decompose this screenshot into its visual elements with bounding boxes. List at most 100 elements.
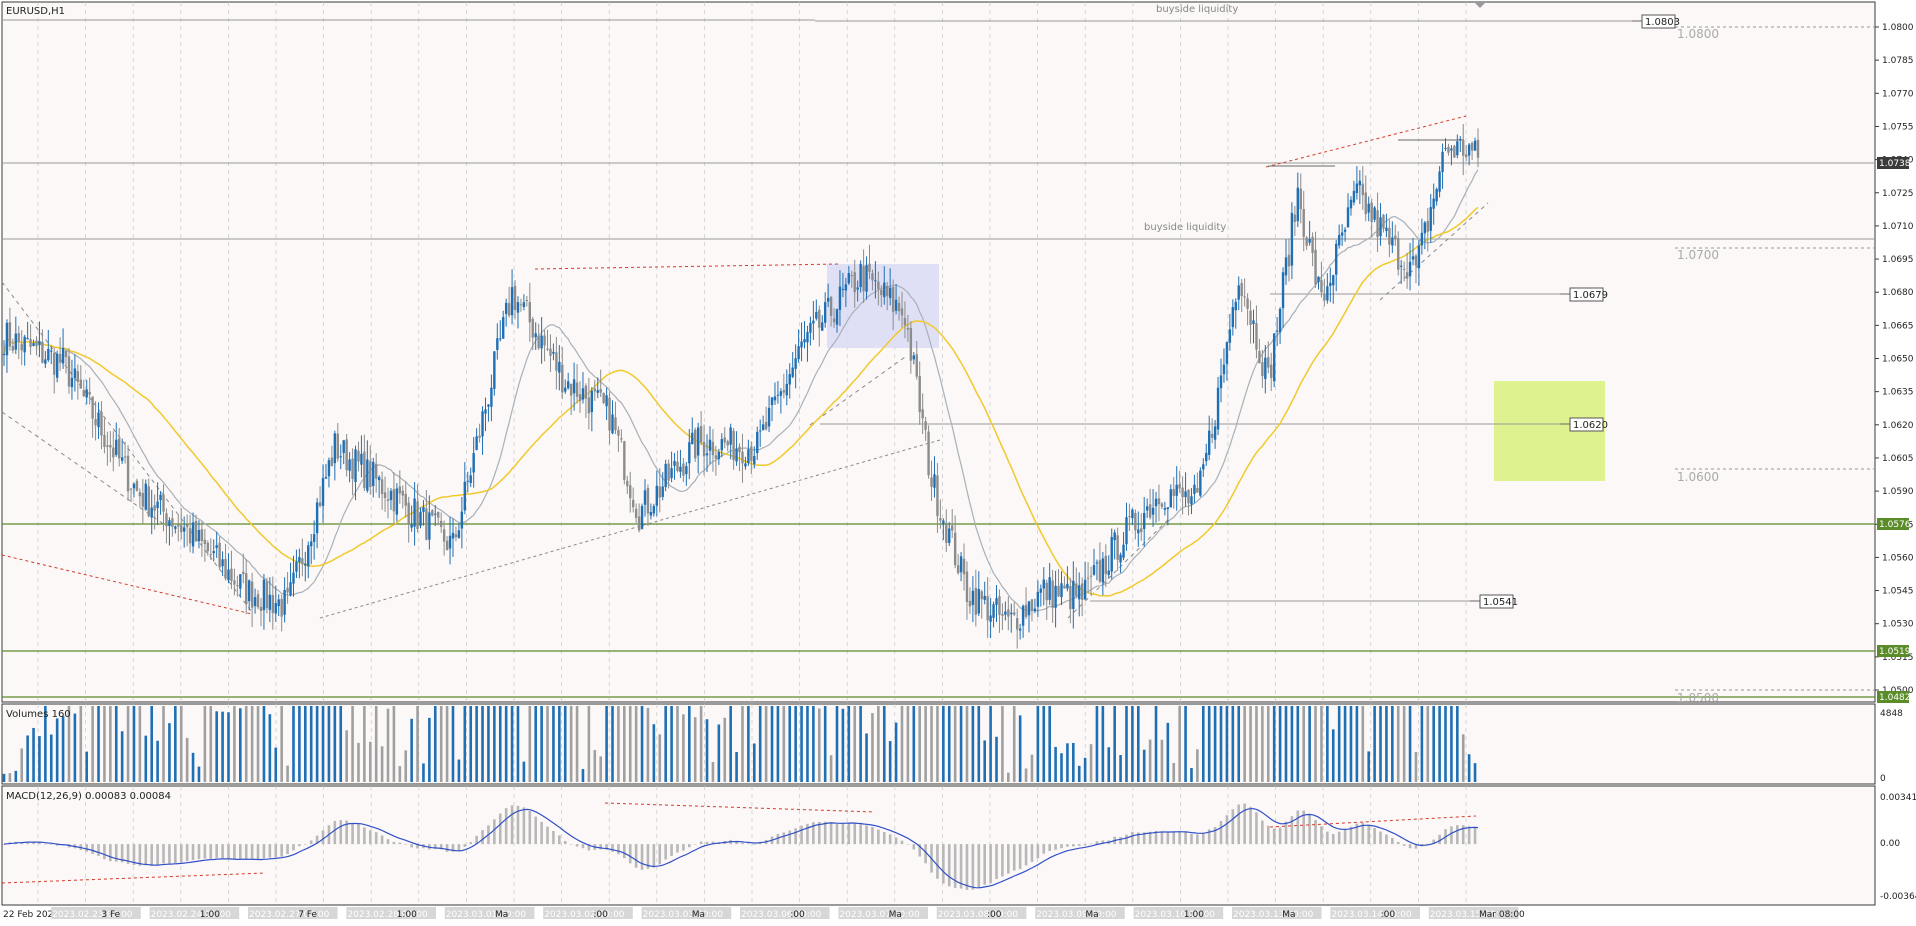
candle-body: [398, 486, 402, 494]
time-axis-label: 3 Fe: [101, 910, 120, 920]
macd-histogram-bar: [1272, 828, 1276, 845]
price-axis-label: 1.0695: [1882, 255, 1914, 265]
time-axis-label: Ma: [889, 910, 902, 920]
macd-histogram-bar: [1467, 826, 1471, 845]
volume-bar: [398, 766, 402, 782]
candle-body: [97, 412, 100, 428]
candle-body: [962, 558, 966, 575]
macd-histogram-bar: [1314, 820, 1317, 845]
candle-body: [73, 368, 77, 379]
price-axis-label: 1.0755: [1882, 122, 1914, 132]
volume-bar: [1054, 746, 1057, 782]
candle-body: [23, 336, 26, 353]
macd-histogram-bar: [510, 805, 514, 845]
volume-bar: [670, 706, 673, 782]
macd-histogram-bar: [191, 844, 195, 860]
volume-bar: [1196, 749, 1199, 782]
candle-body: [227, 569, 230, 581]
volume-bar: [1225, 706, 1229, 782]
macd-histogram-bar: [1402, 844, 1406, 846]
candle-body: [856, 287, 859, 290]
candle-body: [1205, 452, 1208, 462]
macd-histogram-bar: [540, 821, 543, 845]
candle-body: [965, 571, 969, 603]
candle-body: [679, 466, 682, 472]
trading-chart[interactable]: EURUSD,H1 buyside liquidity buyside liqu…: [0, 0, 1916, 926]
volume-bar: [605, 706, 608, 782]
candle-body: [1317, 276, 1320, 282]
candle-body: [776, 394, 780, 396]
macd-histogram-bar: [628, 844, 632, 864]
candle-body: [218, 542, 221, 568]
macd-histogram-bar: [1042, 844, 1046, 854]
macd-histogram-bar: [1385, 834, 1388, 845]
candle-body: [1010, 612, 1013, 615]
volume-bar: [930, 706, 933, 782]
candle-body: [454, 534, 458, 538]
volume-bar: [729, 706, 732, 782]
buyside-liquidity-label-mid: buyside liquidity: [1144, 222, 1226, 233]
volume-bar: [558, 706, 561, 782]
candle-body: [800, 341, 803, 348]
macd-histogram-bar: [741, 842, 744, 845]
volume-bar: [758, 706, 762, 782]
volume-bar: [859, 706, 862, 782]
candle-body: [11, 346, 15, 351]
candle-body: [1459, 138, 1462, 140]
candle-body: [324, 477, 328, 479]
candle-body: [1408, 261, 1412, 277]
candle-body: [239, 574, 242, 589]
candle-body: [1163, 508, 1167, 510]
volume-bar: [1184, 706, 1187, 782]
macd-histogram-bar: [197, 844, 201, 860]
current-price-tag: 1.0738: [1877, 157, 1911, 169]
volume-bar: [286, 765, 289, 782]
candle-body: [304, 563, 307, 566]
candle-body: [575, 382, 579, 397]
candle-body: [761, 424, 765, 431]
macd-histogram-bar: [664, 844, 667, 860]
candle-body: [289, 582, 292, 596]
time-axis-label: 2023.02.23 00:00: [52, 910, 133, 920]
candle-body: [868, 263, 871, 272]
volume-bar: [528, 706, 532, 782]
candle-body: [646, 487, 650, 514]
volume-bar: [126, 706, 130, 782]
macd-histogram-bar: [847, 822, 851, 845]
time-axis-label: Ma: [495, 910, 508, 920]
volume-bar: [1024, 768, 1028, 782]
candle-body: [596, 390, 599, 393]
svg-text:1.0482: 1.0482: [1879, 693, 1911, 703]
candle-body: [652, 506, 656, 514]
volume-bar: [1255, 706, 1258, 782]
volume-bar: [1042, 706, 1046, 782]
candle-body: [150, 507, 153, 518]
volume-bar: [1361, 706, 1365, 782]
candle-body: [221, 559, 224, 567]
round-label-1-0600: 1.0600: [1677, 470, 1719, 484]
candle-body: [664, 463, 667, 488]
macd-histogram-bar: [481, 830, 484, 845]
candle-body: [363, 451, 366, 489]
volume-bar: [835, 706, 839, 782]
macd-histogram-bar: [404, 844, 408, 845]
macd-histogram-bar: [1018, 844, 1022, 870]
volume-bar: [433, 706, 437, 782]
volume-bar: [85, 751, 89, 782]
candle-body: [188, 528, 192, 544]
volume-bar: [203, 706, 207, 782]
macd-histogram-bar: [1326, 831, 1329, 845]
macd-histogram-bar: [357, 824, 360, 845]
candle-body: [883, 282, 886, 298]
volume-bar: [374, 706, 378, 782]
volume-bar: [764, 706, 768, 782]
macd-histogram-bar: [244, 844, 248, 860]
candle-body: [1225, 342, 1229, 364]
macd-histogram-bar: [1184, 832, 1187, 845]
candle-body: [165, 513, 168, 527]
volume-bar: [1213, 706, 1217, 782]
round-label-1-0700: 1.0700: [1677, 248, 1719, 262]
volume-bar: [481, 706, 484, 782]
volume-bar: [1349, 706, 1353, 782]
candle-body: [1252, 320, 1255, 324]
